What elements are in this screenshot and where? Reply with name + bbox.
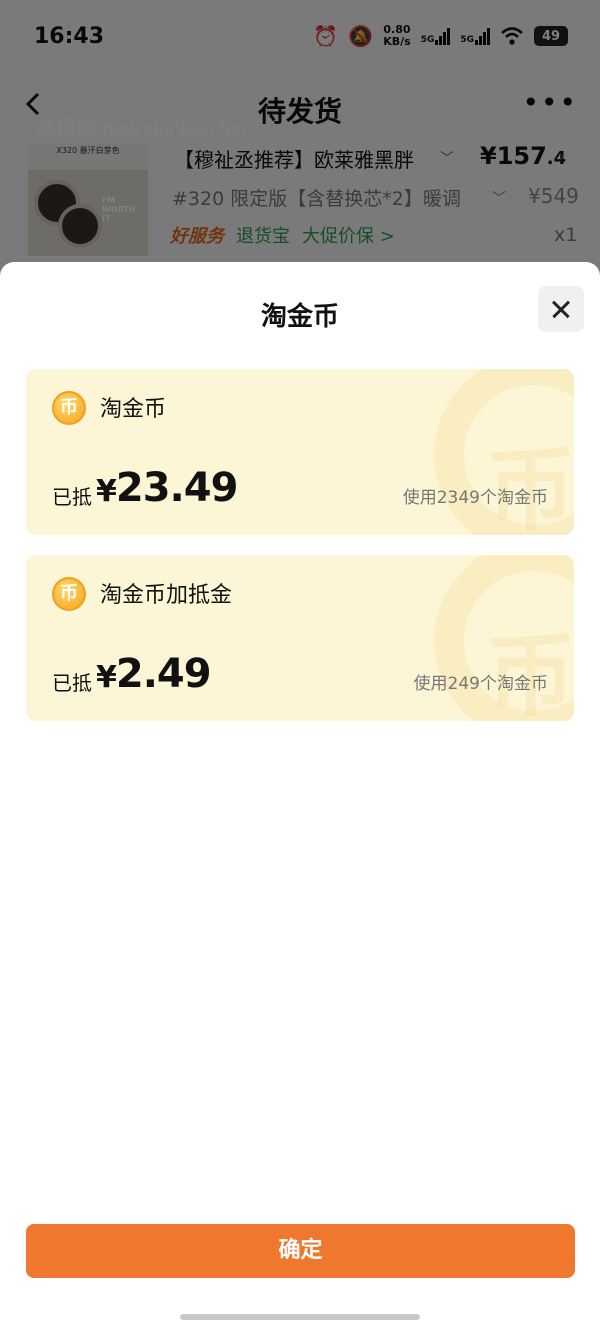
coin-card: 币 币 淘金币 已抵 ¥23.49 使用2349个淘金币 [26, 369, 574, 535]
close-button[interactable] [538, 286, 584, 332]
currency-symbol: ¥ [96, 660, 117, 695]
deduct-label: 已抵 [52, 671, 92, 695]
currency-symbol: ¥ [96, 474, 117, 509]
usage-note: 使用2349个淘金币 [402, 488, 548, 508]
coin-watermark-glyph: 币 [486, 438, 574, 535]
deduct-amount: ¥23.49 [96, 465, 239, 511]
deduct-label: 已抵 [52, 485, 92, 509]
coin-card: 币 币 淘金币加抵金 已抵 ¥2.49 使用249个淘金币 [26, 555, 574, 721]
coin-sheet: 淘金币 币 币 淘金币 已抵 ¥23.49 使用2349个淘金币 币 币 淘金币… [0, 262, 600, 1333]
card-label: 淘金币加抵金 [100, 583, 233, 608]
amount-value: 23.49 [115, 465, 239, 511]
deduct-amount: ¥2.49 [96, 651, 212, 697]
sheet-title: 淘金币 [260, 302, 339, 332]
confirm-button[interactable]: 确定 [26, 1224, 575, 1278]
coin-icon: 币 [52, 577, 86, 611]
usage-note: 使用249个淘金币 [413, 674, 548, 694]
card-label: 淘金币 [100, 397, 167, 422]
home-indicator [180, 1314, 420, 1320]
coin-icon: 币 [52, 391, 86, 425]
amount-value: 2.49 [115, 651, 212, 697]
coin-watermark-glyph: 币 [486, 624, 574, 721]
